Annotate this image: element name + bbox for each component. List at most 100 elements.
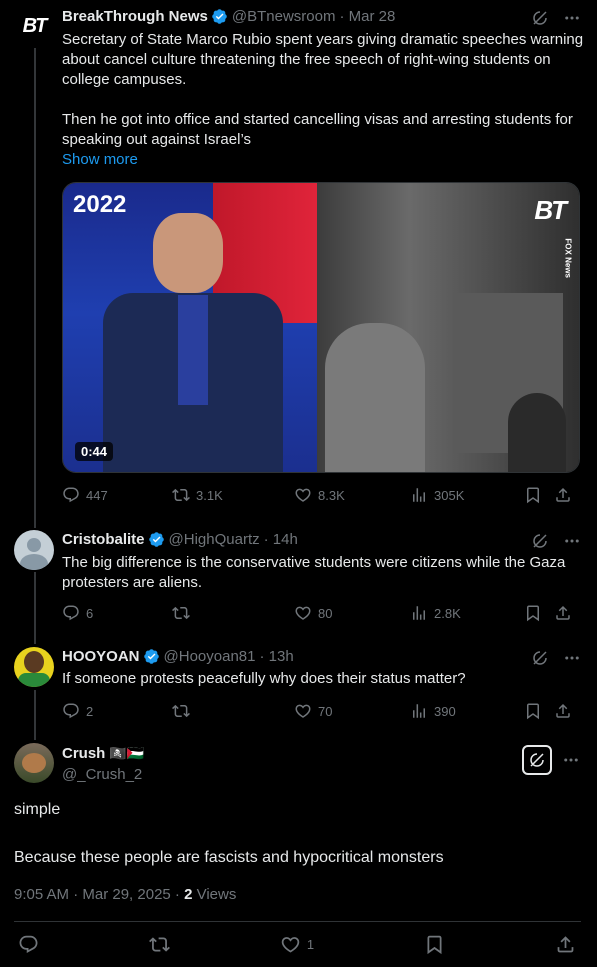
share-button[interactable]	[554, 604, 572, 622]
share-button[interactable]	[555, 934, 576, 955]
main-post-actions: 1	[18, 934, 576, 955]
share-icon	[554, 486, 572, 504]
grok-icon[interactable]	[531, 649, 549, 667]
speaker-head	[153, 213, 223, 293]
reply-icon	[18, 934, 39, 955]
repost-icon	[149, 934, 170, 955]
bookmark-button[interactable]	[524, 604, 554, 622]
post-header: Crush 🏴‍☠️🇵🇸	[62, 745, 144, 762]
avatar-jersey	[18, 673, 50, 687]
reply-icon	[62, 486, 80, 504]
author-handle[interactable]: @Hooyoan81	[164, 648, 256, 665]
post-top-icons	[531, 532, 581, 550]
reply-button[interactable]: 6	[62, 604, 172, 622]
share-button[interactable]	[554, 486, 572, 504]
repost-button[interactable]	[149, 934, 170, 955]
avatar[interactable]	[14, 743, 54, 783]
post-time[interactable]: · 13h	[259, 648, 293, 665]
thread-line	[34, 48, 36, 528]
reply-button[interactable]: 447	[62, 486, 172, 504]
more-icon[interactable]	[562, 751, 580, 769]
more-icon[interactable]	[563, 532, 581, 550]
author-handle[interactable]: @_Crush_2	[62, 766, 142, 783]
like-button[interactable]: 8.3K	[294, 486, 410, 504]
video-player[interactable]: 2022 BT FOX News 0:44	[62, 182, 580, 473]
audience-figure	[508, 393, 566, 472]
repost-button[interactable]: 3.1K	[172, 486, 294, 504]
views-button[interactable]: 2.8K	[410, 604, 524, 622]
grok-icon[interactable]	[531, 532, 549, 550]
avatar[interactable]	[14, 647, 54, 687]
name-emoji: 🏴‍☠️🇵🇸	[109, 745, 145, 761]
repost-icon	[172, 604, 190, 622]
post-time[interactable]: · Mar 28	[339, 8, 395, 25]
share-icon	[554, 702, 572, 720]
speaker-tie	[178, 295, 208, 405]
author-handle[interactable]: @BTnewsroom	[232, 8, 336, 25]
post-actions: 447 3.1K 8.3K 305K	[62, 486, 580, 504]
like-count: 70	[318, 703, 333, 719]
avatar[interactable]	[14, 530, 54, 570]
post-text: The big difference is the conservative s…	[62, 554, 566, 591]
post-time[interactable]: · 14h	[264, 531, 298, 548]
share-button[interactable]	[554, 702, 572, 720]
author-name[interactable]: BreakThrough News	[62, 8, 208, 25]
like-button[interactable]: 70	[294, 702, 410, 720]
main-post-line2: Because these people are fascists and hy…	[14, 849, 444, 866]
avatar-figure	[22, 753, 46, 773]
reply-count: 6	[86, 605, 94, 621]
author-handle[interactable]: @HighQuartz	[169, 531, 260, 548]
post-header: BreakThrough News @BTnewsroom · Mar 28	[62, 8, 395, 25]
like-button[interactable]: 80	[294, 604, 410, 622]
thread-line	[34, 572, 36, 644]
like-button[interactable]: 1	[280, 934, 314, 955]
post-top-icons	[531, 649, 581, 667]
grok-icon[interactable]	[531, 9, 549, 27]
share-icon	[554, 604, 572, 622]
author-name[interactable]: Cristobalite	[62, 531, 145, 548]
reply-button[interactable]: 2	[62, 702, 172, 720]
like-count: 8.3K	[318, 487, 345, 503]
reply-button[interactable]	[18, 934, 39, 955]
reply-count: 447	[86, 487, 108, 503]
divider	[14, 921, 581, 922]
post-text: If someone protests peacefully why does …	[62, 670, 466, 687]
bookmark-icon	[424, 934, 445, 955]
video-watermark: FOX News	[564, 238, 573, 278]
grok-icon	[528, 751, 546, 769]
main-post-line1: simple	[14, 801, 61, 818]
reply-icon	[62, 604, 80, 622]
like-count: 80	[318, 605, 333, 621]
post-actions: 6 80 2.8K	[62, 604, 580, 622]
views-button[interactable]: 305K	[410, 486, 524, 504]
repost-button[interactable]	[172, 702, 294, 720]
reply-count: 2	[86, 703, 94, 719]
views-button[interactable]: 390	[410, 702, 524, 720]
views-label: Views	[192, 886, 237, 903]
repost-button[interactable]	[172, 604, 294, 622]
bookmark-icon	[524, 604, 542, 622]
grok-button[interactable]	[522, 745, 552, 775]
post-timestamp[interactable]: 9:05 AM · Mar 29, 2025 · 2 Views	[14, 886, 236, 903]
bt-logo: BT	[22, 14, 48, 37]
views-icon	[410, 486, 428, 504]
more-icon[interactable]	[563, 649, 581, 667]
default-avatar-head	[27, 538, 41, 552]
more-icon[interactable]	[563, 9, 581, 27]
post-header: Cristobalite @HighQuartz · 14h	[62, 531, 298, 548]
author-name[interactable]: Crush	[62, 745, 105, 762]
like-icon	[294, 702, 312, 720]
share-icon	[555, 934, 576, 955]
thread-line	[34, 690, 36, 740]
bookmark-button[interactable]	[524, 486, 554, 504]
bookmark-button[interactable]	[424, 934, 445, 955]
video-logo: BT	[534, 195, 567, 225]
like-count: 1	[306, 937, 315, 952]
verified-icon	[143, 648, 160, 665]
show-more-link[interactable]: Show more	[62, 150, 587, 170]
avatar[interactable]: BT	[14, 6, 54, 46]
bookmark-button[interactable]	[524, 702, 554, 720]
post-text: Secretary of State Marco Rubio spent yea…	[62, 30, 587, 170]
post-top-icons	[531, 9, 581, 27]
author-name[interactable]: HOOYOAN	[62, 648, 140, 665]
